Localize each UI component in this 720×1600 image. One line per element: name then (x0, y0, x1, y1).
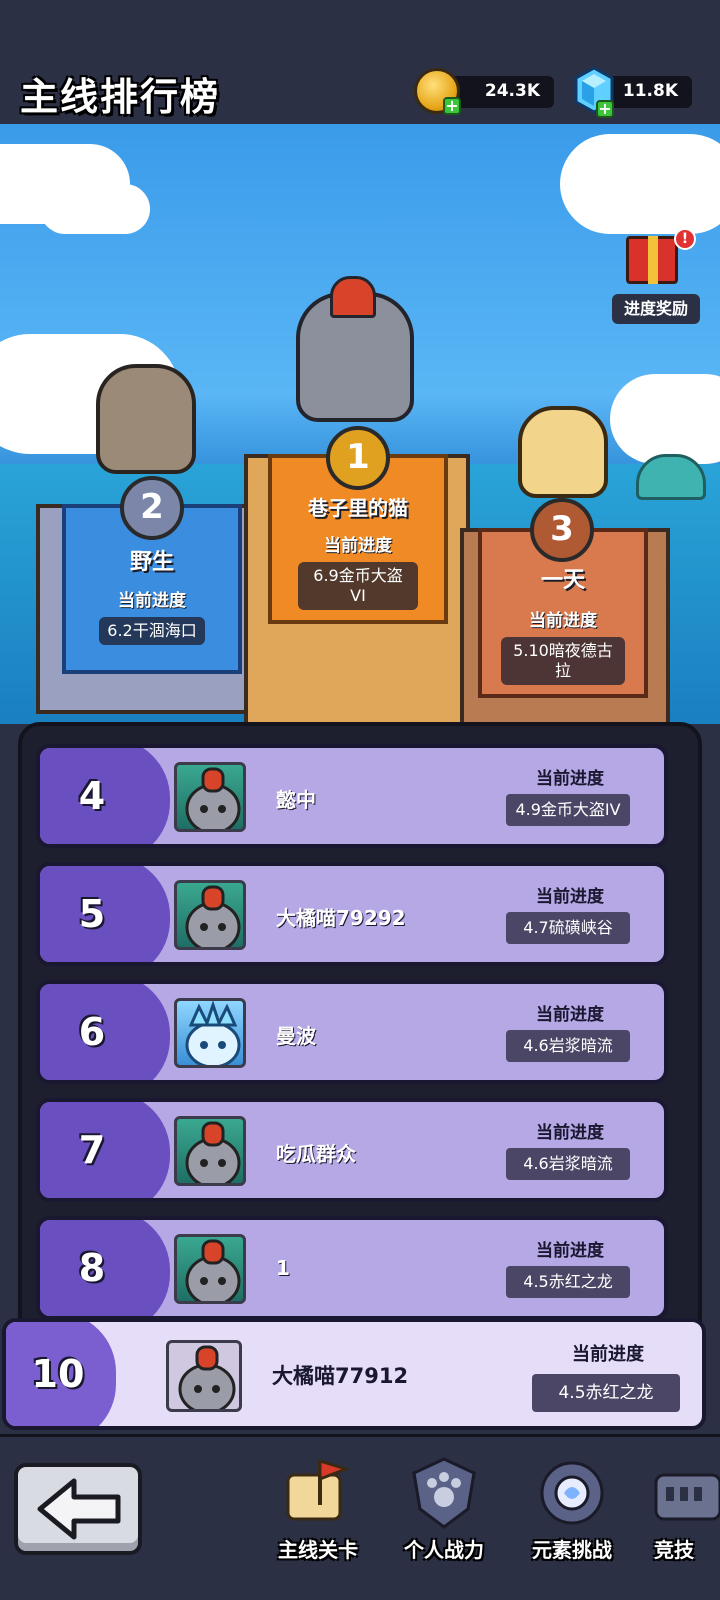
player-name: 1 (276, 1256, 290, 1280)
progress-label: 当前进度 (536, 1241, 604, 1261)
page-title: 主线排行榜 (20, 75, 221, 119)
nav-arena-label: 竞技 (654, 1538, 694, 1562)
nav-personal-power[interactable]: 个人战力 (384, 1453, 504, 1583)
cloud (40, 184, 150, 234)
notification-badge-icon: ! (674, 228, 696, 250)
my-progress-label: 当前进度 (572, 1344, 644, 1365)
player-avatar (174, 998, 246, 1068)
player-avatar (174, 1234, 246, 1304)
rank-number: 8 (78, 1246, 106, 1290)
coin-counter[interactable]: + 24.3K (414, 68, 554, 115)
rank-number: 6 (78, 1010, 106, 1054)
cloud (610, 374, 720, 464)
progress-label: 当前进度 (536, 1123, 604, 1143)
nav-personal-power-label: 个人战力 (404, 1538, 484, 1562)
my-player-name: 大橘喵77912 (272, 1364, 409, 1388)
rank-number: 4 (78, 774, 106, 818)
nav-arena[interactable]: 竞技 (640, 1453, 720, 1583)
rank-number: 5 (78, 892, 106, 936)
nav-element-challenge[interactable]: 元素挑战 (512, 1453, 632, 1583)
podium-second-progress-label: 当前进度 (118, 591, 186, 611)
my-rank-row[interactable]: 10 大橘喵77912 当前进度 4.5赤红之龙 (2, 1318, 706, 1430)
progress-value: 4.7硫磺峡谷 (506, 912, 630, 944)
podium-first-progress-label: 当前进度 (324, 536, 392, 556)
my-rank-number: 10 (31, 1352, 85, 1396)
my-progress-value: 4.5赤红之龙 (532, 1374, 680, 1412)
cloud (560, 134, 720, 234)
crown-helmet-icon (330, 276, 376, 318)
my-avatar (166, 1340, 242, 1412)
paw-shield-icon (412, 1457, 476, 1529)
rank-number: 7 (78, 1128, 106, 1172)
podium-third-name: 一天 (540, 568, 585, 593)
element-orb-icon (540, 1461, 604, 1525)
progress-value: 4.6岩浆暗流 (506, 1030, 630, 1062)
coin-icon: + (414, 68, 461, 115)
nav-element-challenge-label: 元素挑战 (532, 1538, 612, 1562)
gem-amount: 11.8K (622, 81, 678, 101)
colosseum-icon (654, 1473, 720, 1521)
podium-scene: 野生 当前进度 6.2干涸海口 2 巷子里的猫 当前进度 6.9金币大盗VI 1… (0, 124, 720, 724)
player-name: 懿中 (276, 788, 316, 812)
rank-row-6[interactable]: 6 曼波 当前进度 4.6岩浆暗流 (36, 980, 668, 1084)
gem-counter[interactable]: + 11.8K (574, 66, 692, 118)
progress-label: 当前进度 (536, 769, 604, 789)
player-avatar (174, 880, 246, 950)
rank-3-medal: 3 (530, 498, 594, 562)
progress-value: 4.9金币大盗IV (506, 794, 630, 826)
top-bar: 主线排行榜 + 24.3K + 11.8K (0, 0, 720, 128)
rock-island (636, 454, 706, 500)
back-button[interactable] (14, 1463, 142, 1555)
second-place-cat-avatar (96, 364, 196, 474)
progress-value: 4.5赤红之龙 (506, 1266, 630, 1298)
progress-value: 4.6岩浆暗流 (506, 1148, 630, 1180)
player-name: 吃瓜群众 (276, 1142, 356, 1166)
player-avatar (174, 1116, 246, 1186)
podium-second-progress: 6.2干涸海口 (99, 617, 205, 645)
rank-row-8[interactable]: 8 1 当前进度 4.5赤红之龙 (36, 1216, 668, 1320)
rank-row-7[interactable]: 7 吃瓜群众 当前进度 4.6岩浆暗流 (36, 1098, 668, 1202)
add-gem-icon[interactable]: + (596, 100, 614, 118)
map-flag-icon (286, 1458, 351, 1521)
rank-1-medal: 1 (326, 426, 390, 490)
progress-reward-button[interactable]: ! 进度奖励 (612, 228, 700, 324)
gift-ribbon (648, 236, 658, 284)
progress-label: 当前进度 (536, 887, 604, 907)
podium-third-progress-label: 当前进度 (529, 611, 597, 631)
progress-label: 当前进度 (536, 1005, 604, 1025)
rank-row-4[interactable]: 4 懿中 当前进度 4.9金币大盗IV (36, 744, 668, 848)
player-avatar (174, 762, 246, 832)
gem-icon: + (572, 66, 616, 118)
podium-first-name: 巷子里的猫 (308, 496, 408, 520)
podium-second-name: 野生 (129, 550, 174, 575)
rank-2-medal: 2 (120, 476, 184, 540)
coin-amount: 24.3K (484, 81, 540, 101)
add-coin-icon[interactable]: + (443, 97, 461, 115)
player-name: 曼波 (276, 1024, 316, 1048)
rank-row-5[interactable]: 5 大橘喵79292 当前进度 4.7硫磺峡谷 (36, 862, 668, 966)
podium-third-progress: 5.10暗夜德古拉 (501, 637, 625, 685)
podium-first-progress: 6.9金币大盗VI (298, 562, 418, 610)
nav-main-stage[interactable]: 主线关卡 (258, 1453, 378, 1583)
player-name: 大橘喵79292 (276, 906, 406, 930)
back-arrow-icon (37, 1478, 121, 1540)
third-place-cat-avatar (518, 406, 608, 498)
progress-reward-label: 进度奖励 (612, 294, 700, 324)
bottom-nav: 主线关卡 个人战力 元素挑战 竞技 (0, 1434, 720, 1600)
nav-main-stage-label: 主线关卡 (278, 1538, 358, 1562)
